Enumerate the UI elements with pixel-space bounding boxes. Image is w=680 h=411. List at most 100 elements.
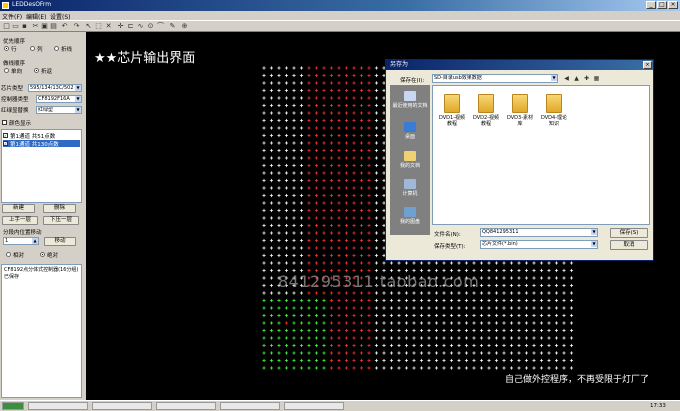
recent-documents-icon xyxy=(404,91,416,101)
new-layer-button[interactable]: 新建 xyxy=(2,204,35,213)
place-network[interactable]: 我的图盘 xyxy=(390,207,430,225)
color-display-label: 颜色显示 xyxy=(9,121,32,127)
save-in-label: 保存在(I): xyxy=(400,78,425,84)
priority-polyline-radio[interactable] xyxy=(54,46,59,51)
back-icon[interactable]: ◀ xyxy=(562,74,571,83)
filetype-label: 保存类型(T): xyxy=(434,244,466,250)
taskbar-item[interactable] xyxy=(92,402,152,410)
new-file-icon[interactable]: □ xyxy=(2,22,11,31)
place-computer[interactable]: 计算机 xyxy=(390,179,430,197)
taskbar-item[interactable] xyxy=(220,402,280,410)
place-documents[interactable]: 我的文档 xyxy=(390,151,430,169)
spinner-icon: ▲ xyxy=(32,238,38,244)
undo-icon[interactable]: ↶ xyxy=(60,22,69,31)
crosshair-icon[interactable]: ✛ xyxy=(116,22,125,31)
delete-layer-button[interactable]: 删除 xyxy=(43,204,76,213)
path-icon[interactable]: ⌒ xyxy=(156,22,165,31)
pen-icon[interactable]: ✎ xyxy=(168,22,177,31)
computer-icon xyxy=(404,179,416,189)
list-item[interactable]: ✓ 第1通道 共51点数 xyxy=(3,132,80,140)
chevron-down-icon: ▼ xyxy=(551,75,557,81)
start-button[interactable] xyxy=(2,402,24,410)
folder-item[interactable]: DVD3-素材库 xyxy=(505,94,535,127)
new-folder-icon[interactable]: ✚ xyxy=(582,74,591,83)
cancel-button[interactable]: 取消 xyxy=(610,240,648,250)
clock: 17:33 xyxy=(650,403,666,409)
color-display-checkbox[interactable] xyxy=(2,120,7,125)
relative-mode-radio[interactable] xyxy=(6,252,11,257)
priority-row-radio[interactable] xyxy=(4,46,9,51)
wave-icon[interactable]: ∿ xyxy=(136,22,145,31)
dialog-close-button[interactable]: × xyxy=(643,61,652,69)
place-recent[interactable]: 最近使用的文档 xyxy=(390,91,430,109)
move-amount-input[interactable]: 1 ▲ xyxy=(3,237,39,245)
taskbar-item[interactable] xyxy=(284,402,344,410)
taskbar-item[interactable] xyxy=(28,402,88,410)
list-item[interactable]: ✓ 第1通道 共130点数 xyxy=(3,140,80,148)
move-group-label: 分段内位置移动 xyxy=(3,230,42,236)
cut-icon[interactable]: ✂ xyxy=(31,22,40,31)
line-icon[interactable]: ⊏ xyxy=(126,22,135,31)
absolute-mode-label: 绝对 xyxy=(47,253,59,259)
copy-icon[interactable]: ▣ xyxy=(40,22,49,31)
priority-row-label: 行 xyxy=(11,47,17,53)
documents-icon xyxy=(404,151,416,161)
folder-icon xyxy=(512,94,528,113)
scan-oneway-label: 单向 xyxy=(11,69,23,75)
layer-down-button[interactable]: 下压一层 xyxy=(43,216,79,225)
folder-icon xyxy=(478,94,494,113)
controller-type-select[interactable]: CF8192F16A ▼ xyxy=(36,95,82,103)
open-folder-icon[interactable]: ▭ xyxy=(11,22,20,31)
move-button[interactable]: 移动 xyxy=(44,237,76,246)
priority-column-radio[interactable] xyxy=(30,46,35,51)
menu-bar: 文件(F) 编辑(E) 设置(S) xyxy=(0,11,680,21)
scan-oneway-radio[interactable] xyxy=(4,68,9,73)
redo-icon[interactable]: ↷ xyxy=(72,22,81,31)
folder-item[interactable]: DVD1-视频教程 xyxy=(437,94,467,127)
taskbar-item[interactable] xyxy=(156,402,216,410)
scan-group-label: 做线顺序 xyxy=(3,61,26,67)
taskbar: 17:33 xyxy=(0,400,680,411)
paste-icon[interactable]: ▤ xyxy=(49,22,58,31)
up-folder-icon[interactable]: ▲ xyxy=(572,74,581,83)
target-icon[interactable]: ⊕ xyxy=(180,22,189,31)
minimize-button[interactable]: _ xyxy=(646,1,656,9)
red-green-swap-select[interactable]: 红绿型 ▼ xyxy=(36,106,82,114)
maximize-button[interactable]: □ xyxy=(657,1,667,9)
save-in-select[interactable]: SD-目录usb效果数据 ▼ xyxy=(432,74,558,83)
watermark: 841295311.taobao.com xyxy=(278,272,480,291)
chip-type-select[interactable]: 595/134/13C/502 ▼ xyxy=(28,84,82,92)
left-panel: 优先顺序 行 列 折线 做线顺序 单向 折返 芯片类型 595/134/13C/… xyxy=(0,32,84,400)
folder-item[interactable]: DVD2-视频教程 xyxy=(471,94,501,127)
close-button[interactable]: × xyxy=(668,1,678,9)
layer-list[interactable]: ✓ 第1通道 共51点数 ✓ 第1通道 共130点数 xyxy=(1,129,82,203)
info-text: CF8192点分体式控制器(16分组)已保存 xyxy=(4,267,79,280)
priority-column-label: 列 xyxy=(37,47,43,53)
canvas-title: ★★芯片输出界面 xyxy=(94,51,196,66)
pointer-icon[interactable]: ↖ xyxy=(84,22,93,31)
save-icon[interactable]: ▪ xyxy=(20,22,29,31)
controller-type-label: 控制器类型 xyxy=(1,97,29,103)
filename-input[interactable]: QQ841295311 ▼ xyxy=(480,228,598,237)
save-button[interactable]: 保存(S) xyxy=(610,228,648,238)
place-desktop[interactable]: 桌面 xyxy=(390,122,430,140)
view-menu-icon[interactable]: ▦ xyxy=(592,74,601,83)
chevron-down-icon: ▼ xyxy=(591,229,597,235)
absolute-mode-radio[interactable] xyxy=(40,252,45,257)
dot-icon[interactable]: ⊙ xyxy=(146,22,155,31)
select-icon[interactable]: ⬚ xyxy=(94,22,103,31)
app-icon xyxy=(2,2,9,9)
scan-return-radio[interactable] xyxy=(34,68,39,73)
priority-group-label: 优先顺序 xyxy=(3,39,26,45)
priority-polyline-label: 折线 xyxy=(61,47,73,53)
desktop-icon xyxy=(404,122,416,132)
file-list[interactable]: DVD1-视频教程 DVD2-视频教程 DVD3-素材库 DVD4-理论知识 xyxy=(432,85,650,225)
layer-up-button[interactable]: 上手一层 xyxy=(2,216,38,225)
dialog-title: 另存为 xyxy=(386,60,653,70)
delete-icon[interactable]: ✕ xyxy=(104,22,113,31)
filetype-select[interactable]: 芯片文件(*.bin) ▼ xyxy=(480,240,598,249)
folder-item[interactable]: DVD4-理论知识 xyxy=(539,94,569,127)
window-title-bar: LEDDesOFrm _ □ × xyxy=(0,0,680,11)
canvas-caption: 自己做外控程序，不再受限于灯厂了 xyxy=(505,375,650,385)
network-icon xyxy=(404,207,416,217)
